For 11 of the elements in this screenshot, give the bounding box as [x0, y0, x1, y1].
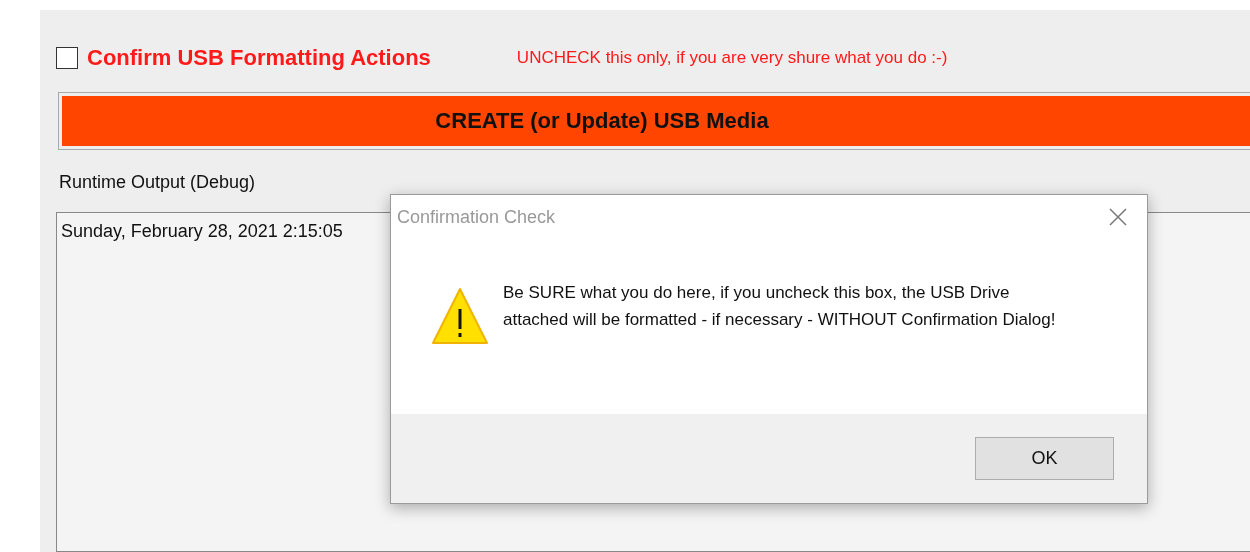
close-icon[interactable] — [1109, 208, 1127, 226]
dialog-title: Confirmation Check — [397, 206, 556, 228]
warning-icon — [431, 287, 489, 345]
create-usb-media-button[interactable]: CREATE (or Update) USB Media — [62, 96, 1250, 146]
warning-hint: UNCHECK this only, if you are very shure what you do :-) — [516, 48, 948, 68]
output-label: Runtime Output (Debug) — [59, 172, 257, 193]
dialog-message: Be SURE what you do here, if you uncheck this box, the USB Drive attached will be formatted - if necessary - WITHOUT Confirmation Dialog! — [503, 282, 1057, 331]
checkbox[interactable] — [56, 47, 78, 69]
checkbox-label: Confirm USB Formatting Actions — [87, 45, 431, 71]
output-line: Sunday, February 28, 2021 2:15:05 — [61, 221, 343, 242]
ok-button[interactable]: OK — [975, 437, 1114, 480]
